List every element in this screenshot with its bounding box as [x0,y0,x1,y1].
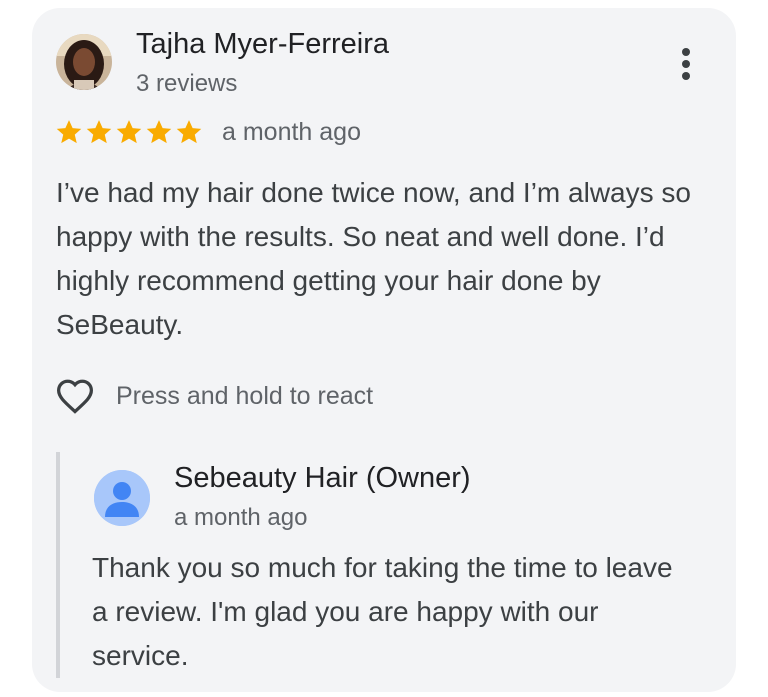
more-options-button[interactable] [668,42,704,86]
reviewer-avatar[interactable] [56,34,112,90]
heart-outline-icon [56,379,94,414]
star-icon [116,120,142,144]
star-icon [146,120,172,144]
owner-reply-date: a month ago [174,504,308,531]
review-date: a month ago [222,117,361,146]
react-button[interactable] [54,376,96,416]
owner-reply: Sebeauty Hair (Owner) a month ago Thank … [56,452,710,678]
person-icon [94,470,150,526]
react-hint-label: Press and hold to react [116,381,374,410]
review-text: I’ve had my hair done twice now, and I’m… [56,177,691,340]
owner-name: Sebeauty Hair (Owner) [174,462,471,494]
star-rating [54,117,204,147]
star-icon [176,120,202,144]
rating-row: a month ago [54,116,361,148]
star-icon [56,120,82,144]
owner-avatar [94,470,150,526]
more-vert-icon [682,48,690,80]
react-row: Press and hold to react [54,376,373,416]
review-card: Tajha Myer-Ferreira 3 reviews a month ag… [32,8,736,692]
reviewer-review-count: 3 reviews [136,70,238,97]
owner-reply-text: Thank you so much for taking the time to… [92,552,673,671]
star-icon [86,120,112,144]
reviewer-name[interactable]: Tajha Myer-Ferreira [136,28,389,61]
